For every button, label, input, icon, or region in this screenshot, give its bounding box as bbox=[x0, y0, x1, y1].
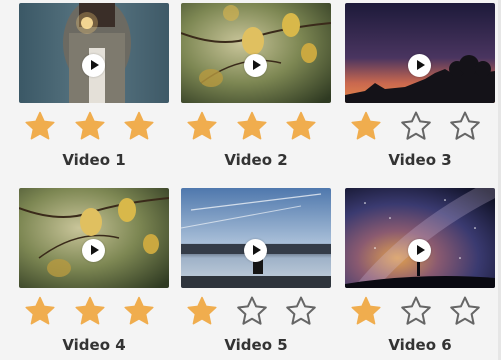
star-outline-icon[interactable] bbox=[236, 295, 268, 327]
star-filled-icon[interactable] bbox=[350, 295, 382, 327]
play-icon[interactable] bbox=[244, 54, 267, 77]
rating-stars-1 bbox=[19, 110, 169, 142]
video-title-4: Video 4 bbox=[62, 336, 126, 354]
video-title-3: Video 3 bbox=[388, 151, 452, 169]
star-filled-icon[interactable] bbox=[123, 110, 155, 142]
star-filled-icon[interactable] bbox=[24, 110, 56, 142]
sunset-trees-icon bbox=[345, 3, 495, 103]
star-outline-icon[interactable] bbox=[449, 295, 481, 327]
video-thumbnail-2[interactable] bbox=[181, 3, 331, 103]
star-filled-icon[interactable] bbox=[236, 110, 268, 142]
play-icon[interactable] bbox=[408, 239, 431, 262]
video-card-5: Video 5 bbox=[181, 185, 331, 359]
play-icon[interactable] bbox=[82, 54, 105, 77]
star-outline-icon[interactable] bbox=[449, 110, 481, 142]
rating-stars-6 bbox=[345, 295, 495, 327]
star-filled-icon[interactable] bbox=[74, 110, 106, 142]
video-title-2: Video 2 bbox=[224, 151, 288, 169]
video-card-4: Video 4 bbox=[19, 185, 169, 359]
star-filled-icon[interactable] bbox=[74, 295, 106, 327]
star-filled-icon[interactable] bbox=[186, 110, 218, 142]
video-card-1: Video 1 bbox=[19, 0, 169, 174]
video-thumbnail-3[interactable] bbox=[345, 3, 495, 103]
rating-stars-3 bbox=[345, 110, 495, 142]
play-icon[interactable] bbox=[408, 54, 431, 77]
star-filled-icon[interactable] bbox=[24, 295, 56, 327]
video-gallery: Video 1 Video 2 Video 3 Video 4 Video 5 … bbox=[0, 0, 501, 360]
sparkler-icon bbox=[19, 3, 169, 103]
video-card-2: Video 2 bbox=[181, 0, 331, 174]
video-title-6: Video 6 bbox=[388, 336, 452, 354]
rating-stars-5 bbox=[181, 295, 331, 327]
lake-figure-icon bbox=[181, 188, 331, 288]
star-filled-icon[interactable] bbox=[285, 110, 317, 142]
video-thumbnail-4[interactable] bbox=[19, 188, 169, 288]
video-card-6: Video 6 bbox=[345, 185, 495, 359]
play-icon[interactable] bbox=[244, 239, 267, 262]
autumn-leaves-icon bbox=[19, 188, 169, 288]
star-filled-icon[interactable] bbox=[350, 110, 382, 142]
star-outline-icon[interactable] bbox=[400, 295, 432, 327]
rating-stars-2 bbox=[181, 110, 331, 142]
rating-stars-4 bbox=[19, 295, 169, 327]
video-thumbnail-6[interactable] bbox=[345, 188, 495, 288]
autumn-leaves-icon bbox=[181, 3, 331, 103]
star-filled-icon[interactable] bbox=[186, 295, 218, 327]
video-title-1: Video 1 bbox=[62, 151, 126, 169]
video-card-3: Video 3 bbox=[345, 0, 495, 174]
milky-way-icon bbox=[345, 188, 495, 288]
star-outline-icon[interactable] bbox=[285, 295, 317, 327]
video-thumbnail-1[interactable] bbox=[19, 3, 169, 103]
star-outline-icon[interactable] bbox=[400, 110, 432, 142]
play-icon[interactable] bbox=[82, 239, 105, 262]
star-filled-icon[interactable] bbox=[123, 295, 155, 327]
video-title-5: Video 5 bbox=[224, 336, 288, 354]
video-thumbnail-5[interactable] bbox=[181, 188, 331, 288]
